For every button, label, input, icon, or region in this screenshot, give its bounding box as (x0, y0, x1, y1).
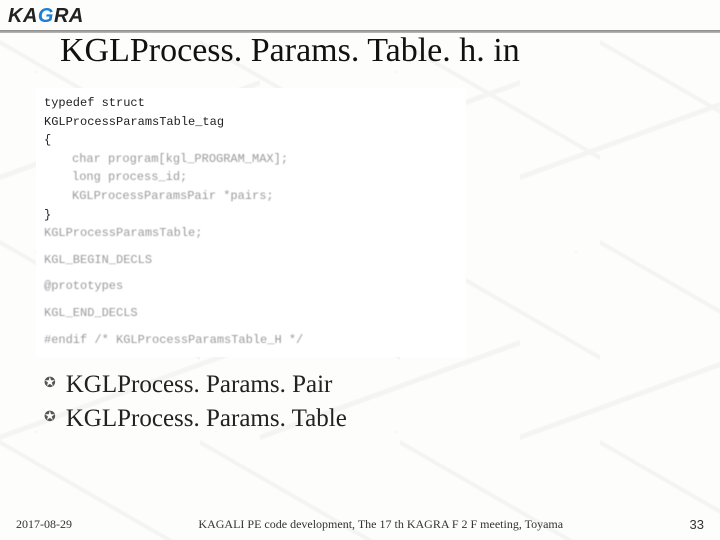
list-item: ✪ KGLProcess. Params. Table (44, 402, 347, 436)
code-gap (44, 323, 458, 331)
code-line: KGLProcessParamsPair *pairs; (44, 187, 458, 206)
slide: KAGRA KGLProcess. Params. Table. h. in t… (0, 0, 720, 540)
kagra-logo: KAGRA (8, 5, 84, 28)
code-line: KGLProcessParamsTable_tag (44, 113, 458, 132)
bullet-text: KGLProcess. Params. Table (66, 402, 347, 436)
code-indent: long process_id; (44, 168, 187, 187)
slide-title: KGLProcess. Params. Table. h. in (60, 32, 520, 70)
page-number: 33 (690, 517, 704, 532)
code-indent: char program[kgl_PROGRAM_MAX]; (44, 150, 288, 169)
list-item: ✪ KGLProcess. Params. Pair (44, 368, 347, 402)
bullet-icon: ✪ (44, 409, 56, 428)
footer-date: 2017-08-29 (16, 517, 72, 532)
code-line: #endif /* KGLProcessParamsTable_H */ (44, 331, 458, 350)
code-line: } (44, 206, 458, 225)
bullet-icon: ✪ (44, 375, 56, 394)
code-line: KGLProcessParamsTable; (44, 224, 458, 243)
code-line: long process_id; (44, 168, 458, 187)
code-line: { (44, 131, 458, 150)
code-gap (44, 296, 458, 304)
code-block: typedef struct KGLProcessParamsTable_tag… (36, 88, 466, 357)
code-line: @prototypes (44, 277, 458, 296)
code-gap (44, 269, 458, 277)
code-line: KGL_BEGIN_DECLS (44, 251, 458, 270)
code-indent: KGLProcessParamsPair *pairs; (44, 187, 274, 206)
logo-pre: KA (8, 5, 38, 27)
logo-post: RA (54, 5, 84, 27)
topbar: KAGRA (0, 0, 84, 32)
footer: 2017-08-29 KAGALI PE code development, T… (0, 517, 720, 532)
code-line: typedef struct (44, 94, 458, 113)
logo-g: G (38, 5, 54, 27)
bullet-text: KGLProcess. Params. Pair (66, 368, 333, 402)
footer-center: KAGALI PE code development, The 17 th KA… (72, 517, 690, 532)
code-gap (44, 243, 458, 251)
code-line: char program[kgl_PROGRAM_MAX]; (44, 150, 458, 169)
code-line: KGL_END_DECLS (44, 304, 458, 323)
bullet-list: ✪ KGLProcess. Params. Pair ✪ KGLProcess.… (44, 368, 347, 436)
